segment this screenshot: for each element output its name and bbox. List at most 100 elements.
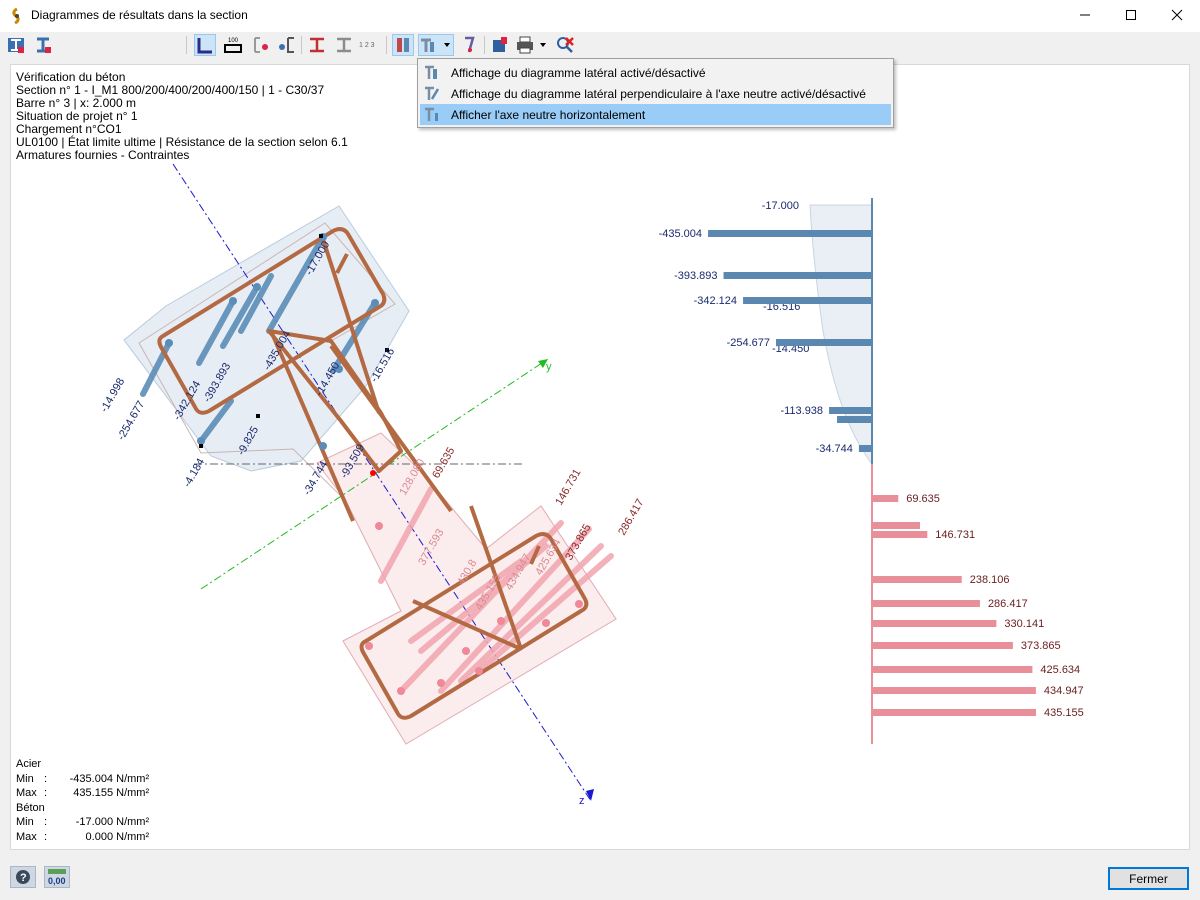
tension-bar-label: 238.106 xyxy=(970,574,1010,586)
reset-view-button[interactable] xyxy=(554,34,576,56)
toolbar-separator xyxy=(484,36,485,54)
concrete-max-label: Max xyxy=(16,830,37,843)
export-button[interactable] xyxy=(489,34,511,56)
stress-bars-icon xyxy=(397,38,409,52)
compression-bar xyxy=(723,272,872,279)
numeric-values-icon: 0,00 xyxy=(48,869,66,886)
result-values-button[interactable]: 0,00 xyxy=(44,866,70,888)
show-stress-values-button[interactable] xyxy=(392,34,414,56)
show-reinforcement-button[interactable] xyxy=(333,34,355,56)
maximize-button[interactable] xyxy=(1108,0,1154,30)
scale-button[interactable]: 100 xyxy=(222,34,244,56)
help-button[interactable]: ? xyxy=(10,866,36,888)
section-result-button[interactable] xyxy=(32,34,54,56)
scale-icon: 100 xyxy=(224,38,242,53)
show-dimensions-button[interactable] xyxy=(306,34,328,56)
section-label-compression: -4.184 xyxy=(181,456,207,489)
tension-bars: 69.635 146.731 238.106 286.417 330.141 373.86… xyxy=(872,493,1084,719)
close-dialog-button[interactable]: Fermer xyxy=(1108,867,1189,890)
section-properties-button[interactable] xyxy=(250,34,272,56)
side-diagram-menu: Affichage du diagramme latéral activé/dé… xyxy=(417,58,894,128)
concrete-min-label: Min xyxy=(16,816,34,828)
concrete-min-unit: N/mm² xyxy=(116,816,150,828)
menu-item-toggle-perpendicular-diagram[interactable]: Affichage du diagramme latéral perpendic… xyxy=(420,83,891,104)
section-label-tension: 286.417 xyxy=(616,497,646,537)
minimize-button[interactable] xyxy=(1062,0,1108,30)
compression-bar xyxy=(776,339,872,346)
section-properties-icon xyxy=(254,37,268,53)
window-title: Diagrammes de résultats dans la section xyxy=(31,8,248,22)
compression-bar xyxy=(829,407,872,414)
maximize-icon xyxy=(1126,10,1136,20)
svg-text:0,00: 0,00 xyxy=(48,876,66,886)
compression-zone xyxy=(123,205,410,472)
section-label-compression: -14.998 xyxy=(98,376,127,414)
steel-min-label: Min xyxy=(16,772,34,785)
show-numbering-button[interactable]: 1 2 3 xyxy=(358,34,380,56)
compression-bar xyxy=(837,416,872,423)
compression-bar-label: -435.004 xyxy=(659,228,702,240)
horizontal-axis-icon xyxy=(425,107,438,121)
tension-bar xyxy=(872,666,1033,673)
steel-min-unit: N/mm² xyxy=(116,772,150,785)
section-label-compression: -34.744 xyxy=(301,459,330,497)
menu-item-horizontal-neutral-axis[interactable]: Afficher l'axe neutre horizontalement xyxy=(420,104,891,125)
i-beam-red-icon xyxy=(310,37,324,53)
section-drawing[interactable]: y z -17.000 -435.004 -393.893 -342.124 -… xyxy=(11,65,1190,850)
compression-bar xyxy=(743,297,872,304)
concrete-max-row: Max:0.000 N/mm² xyxy=(16,830,150,843)
tension-bar-label: 69.635 xyxy=(906,493,940,505)
axis-label-y: y xyxy=(546,361,552,373)
concrete-title: Béton xyxy=(16,801,45,814)
compression-bar xyxy=(708,230,872,237)
axis-label-z: z xyxy=(579,795,585,807)
svg-text:1 2 3: 1 2 3 xyxy=(359,42,375,49)
section-points-icon xyxy=(279,37,294,53)
section-stress-icon xyxy=(8,38,24,53)
section-outline-icon xyxy=(197,38,212,54)
tension-bar xyxy=(872,642,1013,649)
tension-bar-label: 425.634 xyxy=(1040,664,1080,676)
concrete-min-row: Min: -17.000 N/mm² xyxy=(16,816,150,828)
section-label-tension: 146.731 xyxy=(553,467,583,507)
section-points-button[interactable] xyxy=(275,34,297,56)
menu-item-label: Affichage du diagramme latéral perpendic… xyxy=(451,87,866,101)
tension-bar xyxy=(872,687,1036,694)
minimize-icon xyxy=(1080,14,1090,16)
menu-item-label: Afficher l'axe neutre horizontalement xyxy=(451,108,646,122)
neutral-axis-icon xyxy=(465,36,475,53)
side-stress-diagram: -17.000 -16.516 -14.450 -435.004-393.893… xyxy=(659,198,1084,744)
toolbar: 100 [%] 100 1 2 3 xyxy=(0,32,1200,87)
steel-title: Acier xyxy=(16,758,42,770)
perpendicular-diagram-icon xyxy=(425,86,440,100)
steel-max-value: 435.155 xyxy=(73,787,114,799)
tension-bar xyxy=(872,600,980,607)
app-logo-icon xyxy=(12,8,20,24)
concrete-max-unit: N/mm² xyxy=(116,830,150,843)
centroid-point xyxy=(370,470,376,476)
help-icon: ? xyxy=(16,870,30,884)
compression-bar xyxy=(858,445,872,452)
steel-max-row: Max:435.155 N/mm² xyxy=(16,787,150,799)
section-label-compression: -254.677 xyxy=(115,399,147,443)
menu-item-label: Affichage du diagramme latéral activé/dé… xyxy=(451,66,706,80)
print-dropdown-button[interactable] xyxy=(514,34,550,56)
tension-bar xyxy=(872,522,920,529)
show-outline-button[interactable] xyxy=(194,34,216,56)
title-bar: Diagrammes de résultats dans la section xyxy=(0,0,1200,32)
neutral-axis-button[interactable] xyxy=(458,34,480,56)
side-diagram-dropdown-button[interactable] xyxy=(418,34,454,56)
steel-min-row: Min: -435.004 N/mm² xyxy=(16,772,150,785)
close-window-button[interactable] xyxy=(1154,0,1200,30)
concrete-max-label: -17.000 xyxy=(762,200,799,212)
tension-bar-label: 146.731 xyxy=(935,529,975,541)
concrete-min-value: -17.000 xyxy=(75,816,114,828)
menu-item-toggle-side-diagram[interactable]: Affichage du diagramme latéral activé/dé… xyxy=(420,62,891,83)
compression-bar-label: -342.124 xyxy=(694,295,737,307)
tension-bar-label: 434.947 xyxy=(1044,685,1084,697)
extreme-values-block: Acier Min: -435.004 N/mm² Max:435.155 N/m… xyxy=(16,757,149,844)
results-canvas[interactable]: Vérification du béton Section n° 1 - I_M… xyxy=(10,64,1190,850)
toolbar-separator xyxy=(301,36,302,54)
status-bar: ? 0,00 xyxy=(0,860,1200,900)
section-stress-button[interactable] xyxy=(5,34,27,56)
